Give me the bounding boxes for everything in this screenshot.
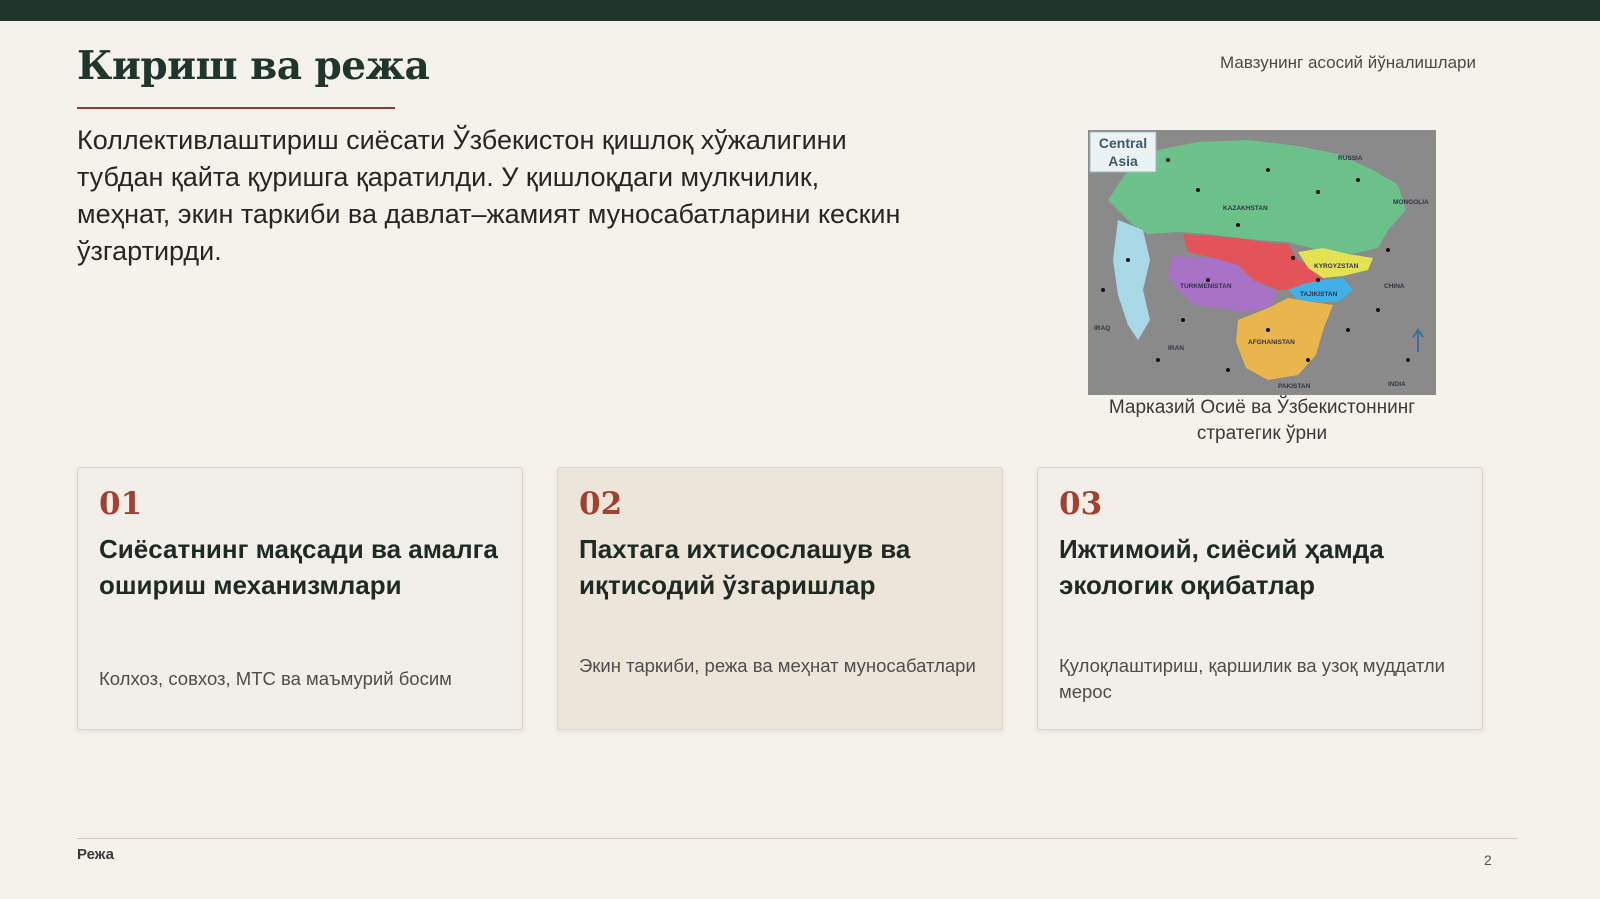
card-description: Колхоз, совхоз, МТС ва маъмурий босим: [99, 668, 452, 689]
page-subtitle: Мавзунинг асосий йўналишлари: [1220, 53, 1476, 72]
map-label-iran: IRAN: [1168, 345, 1184, 352]
map-label-india: INDIA: [1388, 381, 1406, 388]
map-badge-line2: Asia: [1108, 153, 1138, 169]
card-number: 01: [99, 486, 143, 522]
map-label-china: CHINA: [1384, 283, 1405, 290]
map-label-afghanistan: AFGHANISTAN: [1248, 339, 1295, 346]
page-number: 2: [1484, 852, 1492, 868]
footer-label: Режа: [77, 846, 114, 863]
plan-card-1: 01 Сиёсатнинг мақсади ва амалга ошириш м…: [77, 467, 523, 730]
central-asia-map: Central Asia KAZAKHSTAN KYRGYZSTAN TAJIK…: [1088, 130, 1436, 395]
card-number: 02: [579, 486, 623, 522]
map-label-kyrgyzstan: KYRGYZSTAN: [1314, 263, 1359, 270]
title-underline: [77, 107, 395, 109]
top-bar: [0, 0, 1600, 21]
page-title: Кириш ва режа: [77, 43, 430, 89]
card-title: Сиёсатнинг мақсади ва амалга ошириш меха…: [99, 534, 498, 600]
map-label-tajikistan: TAJIKISTAN: [1300, 291, 1338, 298]
card-description: Қулоқлаштириш, қаршилик ва узоқ муддатли…: [1059, 655, 1446, 702]
card-title: Пахтага ихтисослашув ва иқтисодий ўзгари…: [579, 534, 911, 600]
map-label-russia: RUSSIA: [1338, 155, 1363, 162]
card-title: Ижтимоий, сиёсий ҳамда экологик оқибатла…: [1059, 534, 1384, 600]
map-image: Central Asia KAZAKHSTAN KYRGYZSTAN TAJIK…: [1088, 130, 1436, 395]
intro-paragraph: Коллективлаштириш сиёсати Ўзбекистон қиш…: [77, 125, 901, 266]
map-label-kazakhstan: KAZAKHSTAN: [1223, 205, 1268, 212]
map-label-pakistan: PAKISTAN: [1278, 383, 1311, 390]
map-label-iraq: IRAQ: [1094, 325, 1110, 332]
plan-card-2: 02 Пахтага ихтисослашув ва иқтисодий ўзг…: [557, 467, 1003, 730]
card-description: Экин таркиби, режа ва меҳнат муносабатла…: [579, 655, 976, 676]
footer-divider: [77, 838, 1517, 839]
map-caption: Марказий Осиё ва Ўзбекистоннинг стратеги…: [1108, 397, 1416, 444]
plan-card-3: 03 Ижтимоий, сиёсий ҳамда экологик оқиба…: [1037, 467, 1483, 730]
map-label-mongolia: MONGOLIA: [1393, 199, 1429, 206]
map-badge-line1: Central: [1099, 135, 1147, 151]
map-label-turkmenistan: TURKMENISTAN: [1180, 283, 1232, 290]
card-number: 03: [1059, 486, 1103, 522]
